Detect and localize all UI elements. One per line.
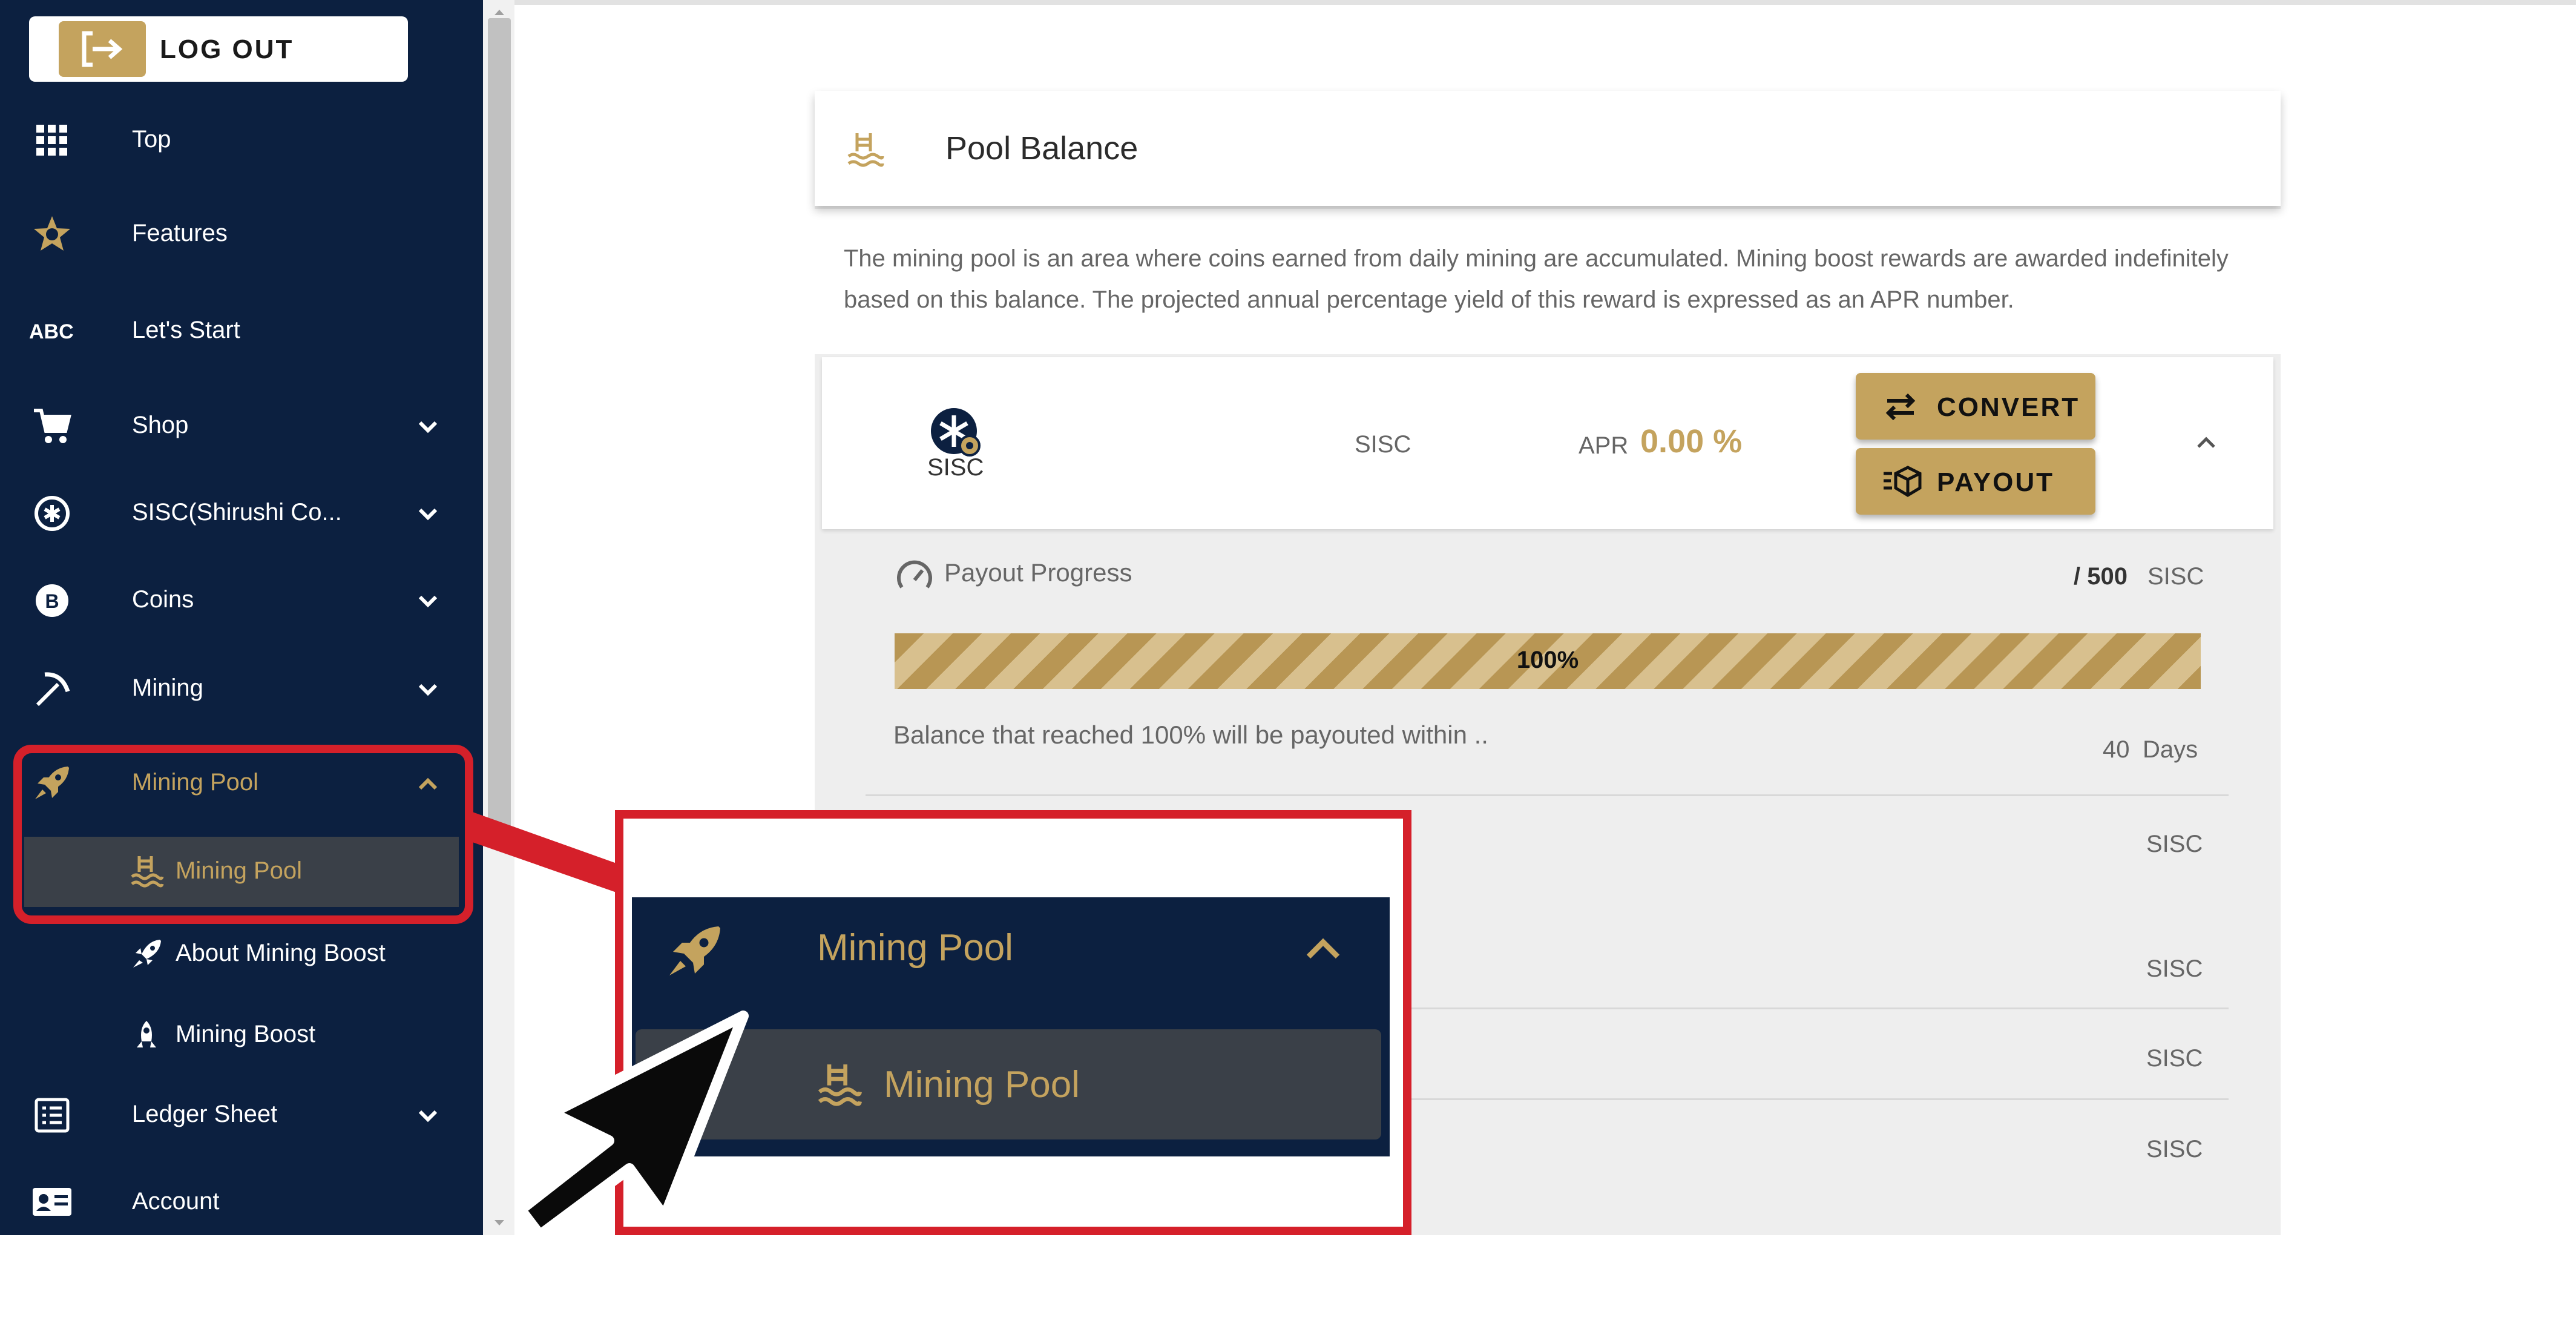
pointer-arrow-icon <box>515 1011 749 1241</box>
